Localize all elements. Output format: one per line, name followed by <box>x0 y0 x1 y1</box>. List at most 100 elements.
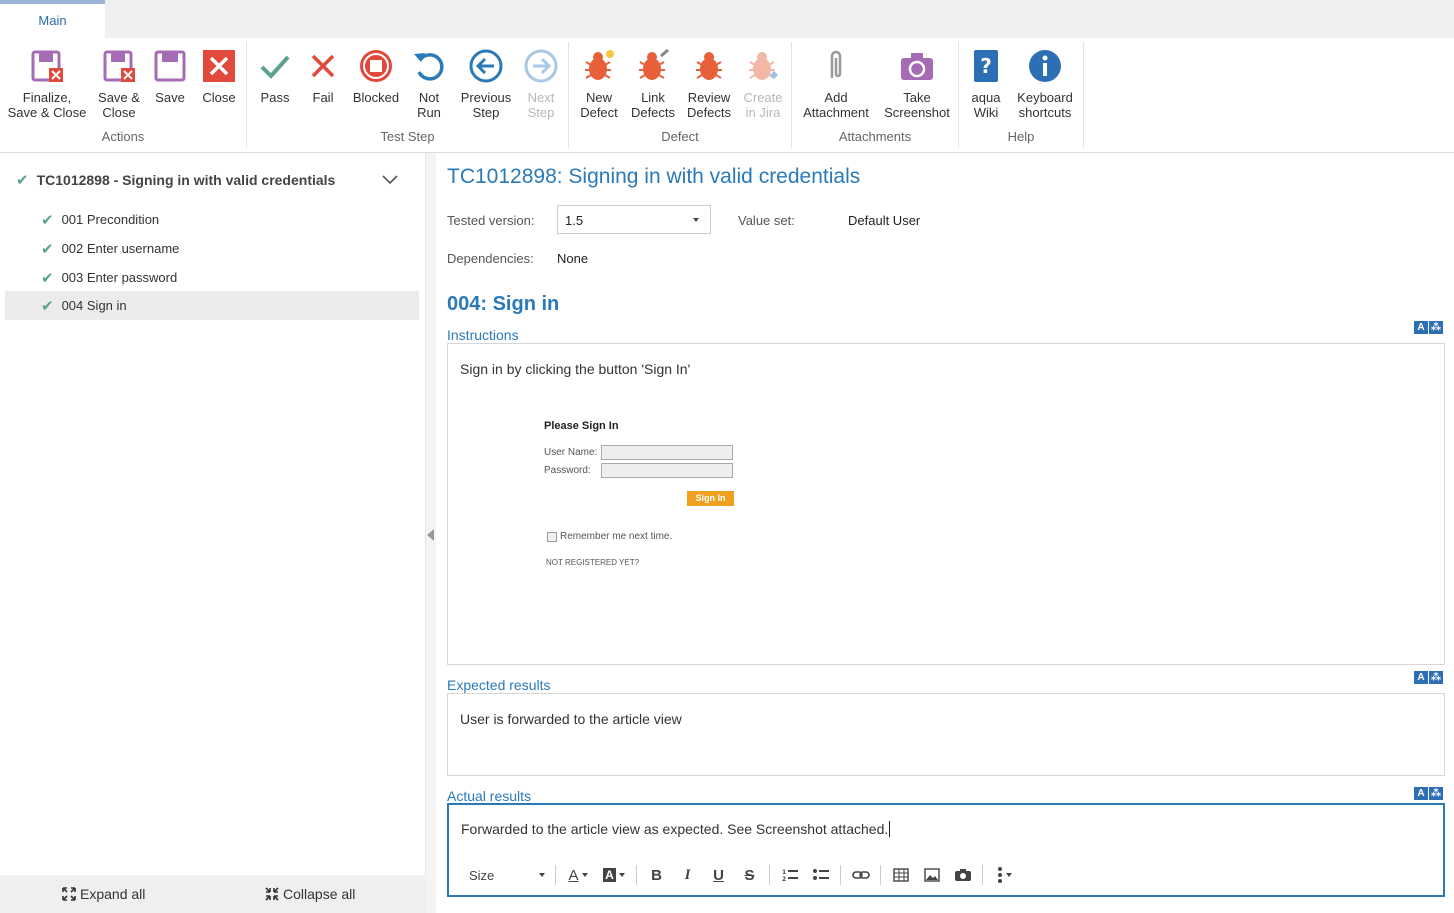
check-icon: ✔ <box>41 240 54 258</box>
finalize-label-2: Save & Close <box>7 105 87 120</box>
create-in-jira-button[interactable]: Create in Jira <box>739 48 787 120</box>
keyboard-label-1: Keyboard <box>1017 90 1073 105</box>
actual-results-text[interactable]: Forwarded to the article view as expecte… <box>461 821 891 837</box>
collapse-all-button[interactable]: Collapse all <box>265 886 355 902</box>
text-color-button[interactable]: A <box>560 863 596 887</box>
special-chars-icon[interactable]: ⁂ <box>1429 671 1443 684</box>
arrow-right-circle-icon <box>524 49 558 83</box>
format-toggle[interactable]: A ⁂ <box>1414 787 1443 800</box>
save-close-label-1: Save & <box>98 90 140 105</box>
bug-new-icon <box>585 50 614 80</box>
info-icon <box>1029 50 1061 82</box>
font-a-icon[interactable]: A <box>1414 321 1428 334</box>
save-close-icon <box>103 50 135 82</box>
collapse-icon <box>265 887 279 901</box>
add-attachment-button[interactable]: Add Attachment <box>800 48 872 120</box>
save-button[interactable]: Save <box>150 48 190 105</box>
save-icon <box>154 50 186 82</box>
expand-all-button[interactable]: Expand all <box>62 886 145 902</box>
take-screenshot-label-1: Take <box>903 90 931 105</box>
next-step-button[interactable]: Next Step <box>521 48 561 120</box>
tested-version-value: 1.5 <box>565 213 584 228</box>
tree-step-label: 001 Precondition <box>61 212 160 227</box>
svg-text:1: 1 <box>782 869 786 876</box>
table-icon <box>892 868 909 882</box>
group-defect: New Defect Link Defects Review Defects C… <box>569 42 792 148</box>
check-icon: ✔ <box>41 269 54 287</box>
link-defects-button[interactable]: Link Defects <box>629 48 677 120</box>
blocked-button[interactable]: Blocked <box>350 48 402 105</box>
collapse-panel-arrow-icon[interactable] <box>427 529 434 541</box>
bold-button[interactable]: B <box>641 863 672 887</box>
font-a-icon[interactable]: A <box>1414 671 1428 684</box>
tree-step-item[interactable]: ✔ 001 Precondition <box>5 205 419 234</box>
chevron-down-icon[interactable] <box>382 174 398 186</box>
special-chars-icon[interactable]: ⁂ <box>1429 321 1443 334</box>
toolbar-divider <box>769 865 770 885</box>
previous-step-button[interactable]: Previous Step <box>456 48 516 120</box>
signin-password-label: Password: <box>544 465 591 476</box>
panel-splitter[interactable] <box>426 153 436 913</box>
create-jira-label-1: Create <box>743 90 783 105</box>
group-label-defect: Defect <box>661 129 699 144</box>
insert-image-button[interactable] <box>916 863 947 887</box>
format-toggle[interactable]: A ⁂ <box>1414 671 1443 684</box>
close-button[interactable]: Close <box>197 48 241 105</box>
save-close-button[interactable]: Save & Close <box>95 48 143 120</box>
tree-root-testcase[interactable]: ✔ TC1012898 - Signing in with valid cred… <box>16 171 416 189</box>
finalize-save-close-button[interactable]: Finalize, Save & Close <box>6 48 88 120</box>
instructions-label: Instructions <box>447 327 519 343</box>
font-a-icon[interactable]: A <box>1414 787 1428 800</box>
tree-step-label: 003 Enter password <box>61 270 178 285</box>
insert-link-button[interactable] <box>845 863 876 887</box>
undo-icon <box>414 53 444 81</box>
toolbar-divider <box>982 865 983 885</box>
insert-table-button[interactable] <box>885 863 916 887</box>
toolbar-divider <box>840 865 841 885</box>
tree-step-item[interactable]: ✔ 003 Enter password <box>5 263 419 292</box>
create-jira-label-2: in Jira <box>745 105 781 120</box>
editor-toolbar: Size A A B I U S 12 <box>461 863 1021 887</box>
insert-screenshot-button[interactable] <box>947 863 978 887</box>
pass-button[interactable]: Pass <box>254 48 296 105</box>
signin-button: Sign In <box>687 491 734 506</box>
arrow-left-circle-icon <box>469 49 503 83</box>
special-chars-icon[interactable]: ⁂ <box>1429 787 1443 800</box>
not-run-button[interactable]: Not Run <box>409 48 449 120</box>
tree-footer: Expand all Collapse all <box>0 875 426 913</box>
actual-results-editor[interactable]: Forwarded to the article view as expecte… <box>447 803 1445 897</box>
tree-step-label: 004 Sign in <box>61 298 127 313</box>
bold-icon: B <box>651 866 662 884</box>
highlight-icon: A <box>603 868 616 882</box>
font-size-label: Size <box>469 867 495 883</box>
finalize-icon <box>31 50 63 82</box>
new-defect-button[interactable]: New Defect <box>576 48 622 120</box>
tree-step-item-selected[interactable]: ✔ 004 Sign in <box>5 291 419 320</box>
more-options-button[interactable] <box>987 863 1021 887</box>
strikethrough-button[interactable]: S <box>734 863 765 887</box>
toolbar-divider <box>555 865 556 885</box>
numbered-list-button[interactable]: 12 <box>774 863 805 887</box>
italic-button[interactable]: I <box>672 863 703 887</box>
more-vertical-icon <box>997 867 1002 883</box>
caret-down-icon <box>581 873 588 877</box>
next-label-2: Step <box>527 105 555 120</box>
aqua-wiki-button[interactable]: ? aqua Wiki <box>966 48 1006 120</box>
underline-button[interactable]: U <box>703 863 734 887</box>
tree-step-item[interactable]: ✔ 002 Enter username <box>5 234 419 263</box>
format-toggle[interactable]: A ⁂ <box>1414 321 1443 334</box>
highlight-color-button[interactable]: A <box>596 863 632 887</box>
take-screenshot-button[interactable]: Take Screenshot <box>880 48 954 120</box>
previous-label-2: Step <box>472 105 500 120</box>
bullet-list-button[interactable] <box>805 863 836 887</box>
font-size-select[interactable]: Size <box>461 868 551 883</box>
tree-step-label: 002 Enter username <box>61 241 180 256</box>
fail-button[interactable]: Fail <box>303 48 343 105</box>
tab-main[interactable]: Main <box>0 0 105 38</box>
group-attachments: Add Attachment Take Screenshot Attachmen… <box>792 42 959 148</box>
keyboard-shortcuts-button[interactable]: Keyboard shortcuts <box>1013 48 1077 120</box>
aqua-wiki-label-2: Wiki <box>973 105 999 120</box>
review-defects-button[interactable]: Review Defects <box>684 48 734 120</box>
tested-version-select[interactable]: 1.5 <box>557 205 711 234</box>
check-icon: ✔ <box>16 172 29 189</box>
